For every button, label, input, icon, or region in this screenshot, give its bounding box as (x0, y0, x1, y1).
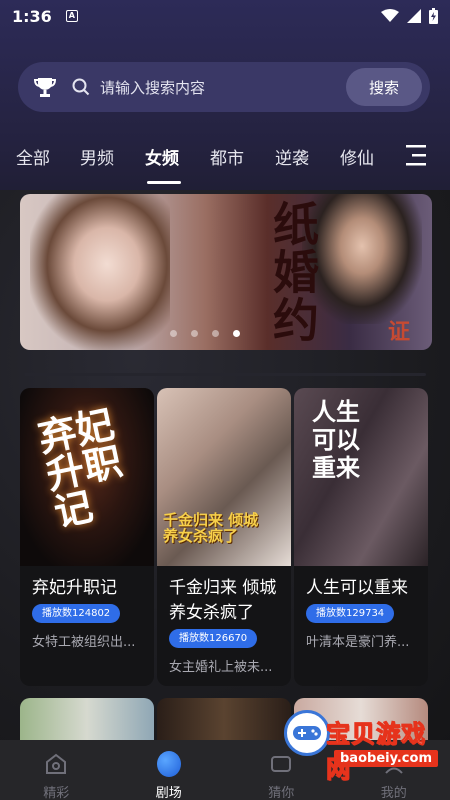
banner-dot-active[interactable] (233, 330, 240, 337)
status-bar: 1:36 A (0, 0, 450, 32)
battery-icon (429, 8, 438, 24)
drama-poster: 人生可以重来 (294, 388, 428, 566)
trophy-icon[interactable] (30, 72, 60, 102)
wifi-icon (381, 9, 399, 22)
poster-title-art: 弃妃升职记 (34, 400, 126, 536)
poster-title-art: 千金归来 倾城养女杀疯了 (163, 511, 259, 545)
nav-label: 猜你 (268, 786, 295, 800)
play-count-badge: 播放数129734 (306, 604, 395, 623)
banner-dot[interactable] (212, 330, 219, 337)
tab-female[interactable]: 女频 (145, 144, 179, 169)
home-icon (44, 752, 68, 776)
section-divider (24, 373, 426, 376)
active-tab-indicator (147, 181, 181, 184)
status-time: 1:36 (12, 6, 52, 26)
drama-description: 女主婚礼上被未... (169, 660, 273, 675)
banner-pagination (170, 330, 240, 337)
search-button[interactable]: 搜索 (346, 68, 422, 106)
banner-dot[interactable] (170, 330, 177, 337)
drama-title: 弃妃升职记 (32, 578, 117, 598)
category-tabs: 全部 男频 女频 都市 逆袭 修仙 (0, 140, 450, 180)
nav-label: 剧场 (155, 786, 182, 800)
drama-description: 女特工被组织出... (32, 635, 136, 650)
drama-description: 叶清本是豪门养... (306, 635, 410, 650)
tab-urban[interactable]: 都市 (210, 144, 244, 169)
poster-title-art: 人生可以重来 (312, 397, 360, 482)
banner-groom-image (302, 194, 422, 324)
gamepad-icon (284, 710, 330, 756)
banner-dot[interactable] (191, 330, 198, 337)
watermark: 宝贝游戏网 baobeiy.com (278, 710, 448, 784)
drama-card[interactable]: 弃妃升职记 弃妃升职记 播放数124802 女特工被组织出... (20, 388, 154, 686)
theater-ball-icon (156, 751, 181, 777)
drama-card[interactable]: 千金归来 倾城养女杀疯了 千金归来 倾城养女杀疯了 播放数126670 女主婚礼… (157, 388, 291, 686)
banner-subtitle: 证 (387, 319, 410, 345)
tab-cultivation[interactable]: 修仙 (340, 144, 374, 169)
search-bar: 请输入搜索内容 搜索 (18, 62, 430, 112)
drama-title: 千金归来 倾城养女杀疯了 (169, 578, 277, 623)
nav-item-highlights[interactable]: 精彩 (0, 740, 113, 800)
play-count-badge: 播放数124802 (32, 604, 121, 623)
banner-title: 纸婚约 (266, 200, 320, 344)
drama-poster: 弃妃升职记 (20, 388, 154, 566)
nav-label: 精彩 (43, 786, 70, 800)
notification-a-icon: A (65, 10, 78, 22)
nav-label: 我的 (380, 786, 407, 800)
tab-all[interactable]: 全部 (16, 144, 50, 169)
watermark-url: baobeiy.com (334, 750, 438, 767)
search-input[interactable]: 请输入搜索内容 (100, 77, 346, 98)
status-icons (381, 8, 438, 24)
nav-item-theater[interactable]: 剧场 (113, 740, 226, 800)
search-icon (72, 77, 92, 97)
drama-card[interactable]: 人生可以重来 人生可以重来 播放数129734 叶清本是豪门养... (294, 388, 428, 686)
drama-title: 人生可以重来 (306, 578, 408, 598)
signal-icon (407, 9, 421, 23)
featured-banner[interactable]: 纸婚约 证 (20, 194, 432, 350)
play-count-badge: 播放数126670 (169, 629, 258, 648)
watermark-text: 宝贝游戏网 (326, 720, 426, 784)
tab-male[interactable]: 男频 (80, 144, 114, 169)
tab-counterattack[interactable]: 逆袭 (275, 144, 309, 169)
banner-bride-image (30, 194, 170, 350)
menu-icon[interactable] (404, 144, 428, 166)
drama-poster: 千金归来 倾城养女杀疯了 (157, 388, 291, 566)
